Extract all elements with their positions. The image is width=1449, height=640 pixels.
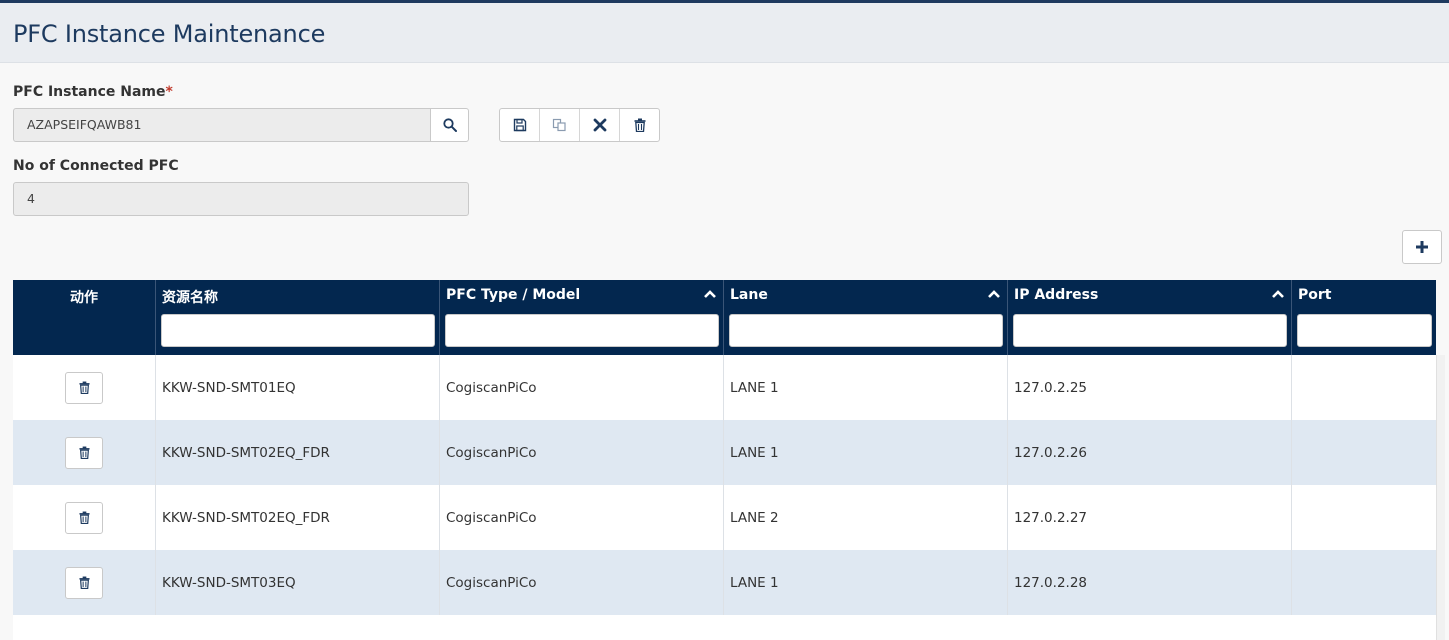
- ip-cell: 127.0.2.27: [1008, 485, 1292, 550]
- sort-ascending-icon[interactable]: [703, 289, 717, 299]
- table-row[interactable]: KKW-SND-SMT03EQ CogiscanPiCo LANE 1 127.…: [13, 550, 1436, 615]
- floppy-disk-icon: [513, 118, 526, 132]
- type-cell: CogiscanPiCo: [440, 420, 724, 485]
- column-header-ip[interactable]: IP Address: [1008, 280, 1292, 355]
- search-button[interactable]: [430, 108, 469, 142]
- ip-cell: 127.0.2.25: [1008, 355, 1292, 420]
- resource-cell: KKW-SND-SMT02EQ_FDR: [156, 420, 440, 485]
- lane-cell: LANE 1: [724, 420, 1008, 485]
- delete-button[interactable]: [620, 109, 659, 141]
- port-cell: [1292, 550, 1436, 615]
- column-header-label: Port: [1298, 287, 1332, 303]
- row-delete-button[interactable]: [65, 436, 103, 469]
- connected-pfc-field: 4: [13, 182, 469, 216]
- required-mark: *: [165, 84, 173, 100]
- filter-input-resource[interactable]: [161, 314, 435, 347]
- resource-cell: KKW-SND-SMT01EQ: [156, 355, 440, 420]
- column-header-label: 资源名称: [162, 290, 218, 306]
- column-header-port[interactable]: Port: [1292, 280, 1436, 355]
- filter-input-lane[interactable]: [729, 314, 1003, 347]
- port-cell: [1292, 485, 1436, 550]
- column-header-lane[interactable]: Lane: [724, 280, 1008, 355]
- trash-icon: [78, 446, 90, 459]
- ip-cell: 127.0.2.28: [1008, 550, 1292, 615]
- trash-icon: [78, 381, 90, 394]
- pfc-grid: 动作 资源名称 PFC Type / Model Lane IP Address…: [13, 280, 1436, 615]
- row-delete-button[interactable]: [65, 501, 103, 534]
- filter-input-type[interactable]: [445, 314, 719, 347]
- sort-ascending-icon[interactable]: [1271, 289, 1285, 299]
- resource-cell: KKW-SND-SMT02EQ_FDR: [156, 485, 440, 550]
- connected-pfc-label: No of Connected PFC: [13, 158, 179, 174]
- type-cell: CogiscanPiCo: [440, 485, 724, 550]
- port-cell: [1292, 420, 1436, 485]
- grid-empty-area: [13, 615, 1436, 640]
- column-header-label: IP Address: [1014, 287, 1099, 303]
- column-header-resource[interactable]: 资源名称: [156, 280, 440, 355]
- resource-cell: KKW-SND-SMT03EQ: [156, 550, 440, 615]
- action-toolbar: [499, 108, 660, 142]
- lane-cell: LANE 2: [724, 485, 1008, 550]
- copy-icon: [552, 118, 566, 132]
- column-header-type[interactable]: PFC Type / Model: [440, 280, 724, 355]
- column-header-label: PFC Type / Model: [446, 287, 581, 303]
- trash-icon: [634, 118, 645, 132]
- cancel-button[interactable]: [580, 109, 620, 141]
- trash-icon: [78, 576, 90, 589]
- action-cell: [13, 485, 156, 550]
- copy-button[interactable]: [540, 109, 580, 141]
- table-row[interactable]: KKW-SND-SMT02EQ_FDR CogiscanPiCo LANE 2 …: [13, 485, 1436, 550]
- sort-ascending-icon[interactable]: [987, 289, 1001, 299]
- column-header-label: 动作: [70, 290, 98, 306]
- search-icon: [442, 118, 457, 132]
- action-cell: [13, 550, 156, 615]
- close-icon: [593, 118, 606, 132]
- instance-name-field[interactable]: AZAPSEIFQAWB81: [13, 108, 431, 142]
- type-cell: CogiscanPiCo: [440, 550, 724, 615]
- instance-name-label-text: PFC Instance Name: [13, 84, 166, 100]
- table-row[interactable]: KKW-SND-SMT02EQ_FDR CogiscanPiCo LANE 1 …: [13, 420, 1436, 485]
- grid-header: 动作 资源名称 PFC Type / Model Lane IP Address…: [13, 280, 1436, 355]
- column-header-action: 动作: [13, 280, 156, 355]
- instance-name-label: PFC Instance Name*: [13, 84, 173, 100]
- lane-cell: LANE 1: [724, 550, 1008, 615]
- table-row[interactable]: KKW-SND-SMT01EQ CogiscanPiCo LANE 1 127.…: [13, 355, 1436, 420]
- vertical-scrollbar[interactable]: [1436, 355, 1445, 640]
- action-cell: [13, 355, 156, 420]
- column-header-label: Lane: [730, 287, 768, 303]
- port-cell: [1292, 355, 1436, 420]
- ip-cell: 127.0.2.26: [1008, 420, 1292, 485]
- save-button[interactable]: [500, 109, 540, 141]
- page-title: PFC Instance Maintenance: [13, 20, 326, 48]
- page-header: PFC Instance Maintenance: [0, 3, 1449, 63]
- plus-icon: [1416, 241, 1428, 253]
- row-delete-button[interactable]: [65, 566, 103, 599]
- add-row-button[interactable]: [1402, 230, 1442, 264]
- trash-icon: [78, 511, 90, 524]
- row-delete-button[interactable]: [65, 371, 103, 404]
- filter-input-port[interactable]: [1297, 314, 1432, 347]
- action-cell: [13, 420, 156, 485]
- lane-cell: LANE 1: [724, 355, 1008, 420]
- type-cell: CogiscanPiCo: [440, 355, 724, 420]
- filter-input-ip[interactable]: [1013, 314, 1287, 347]
